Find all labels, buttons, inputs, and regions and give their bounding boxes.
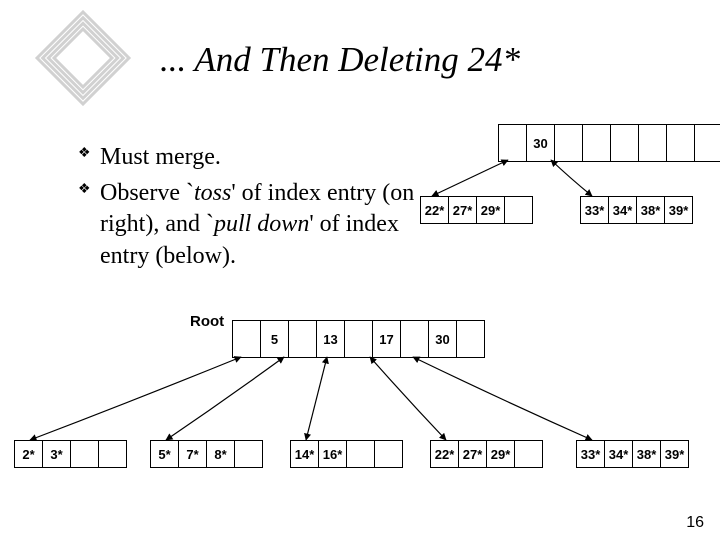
node-ptr bbox=[611, 124, 639, 162]
leaf-cell-empty bbox=[99, 440, 127, 468]
bullet-list: Must merge. Observe `toss' of index entr… bbox=[38, 142, 428, 277]
leaf-cell: 39* bbox=[661, 440, 689, 468]
leaf-cell: 38* bbox=[637, 196, 665, 224]
node-key: 17 bbox=[373, 320, 401, 358]
node-ptr bbox=[457, 320, 485, 358]
bullet-item: Must merge. bbox=[78, 142, 428, 174]
bullet-em: toss bbox=[194, 180, 231, 206]
node-ptr bbox=[498, 124, 527, 162]
leaf-cell: 34* bbox=[609, 196, 637, 224]
leaf-cell-empty bbox=[235, 440, 263, 468]
node-ptr bbox=[232, 320, 261, 358]
root-node: 5 13 17 30 bbox=[232, 320, 485, 358]
leaf-cell: 3* bbox=[43, 440, 71, 468]
leaf-cell: 33* bbox=[576, 440, 605, 468]
leaf-cell: 27* bbox=[459, 440, 487, 468]
leaf-cell: 7* bbox=[179, 440, 207, 468]
leaf-node: 22* 27* 29* bbox=[430, 440, 543, 468]
leaf-cell-empty bbox=[71, 440, 99, 468]
index-node: 30 bbox=[498, 124, 720, 162]
leaf-cell: 5* bbox=[150, 440, 179, 468]
leaf-cell: 39* bbox=[665, 196, 693, 224]
node-key-empty bbox=[695, 124, 720, 162]
node-key: 30 bbox=[527, 124, 555, 162]
leaf-node: 22* 27* 29* bbox=[420, 196, 533, 224]
leaf-node: 2* 3* bbox=[14, 440, 127, 468]
leaf-cell-empty bbox=[375, 440, 403, 468]
leaf-cell: 27* bbox=[449, 196, 477, 224]
leaf-cell: 2* bbox=[14, 440, 43, 468]
bullet-text: Observe ` bbox=[100, 180, 194, 206]
slide-number: 16 bbox=[686, 514, 704, 532]
node-key-empty bbox=[639, 124, 667, 162]
leaf-node: 33* 34* 38* 39* bbox=[576, 440, 689, 468]
leaf-node: 5* 7* 8* bbox=[150, 440, 263, 468]
leaf-node: 33* 34* 38* 39* bbox=[580, 196, 693, 224]
node-key: 13 bbox=[317, 320, 345, 358]
node-ptr bbox=[555, 124, 583, 162]
node-key: 5 bbox=[261, 320, 289, 358]
node-ptr bbox=[345, 320, 373, 358]
leaf-cell: 16* bbox=[319, 440, 347, 468]
node-ptr bbox=[289, 320, 317, 358]
leaf-cell: 34* bbox=[605, 440, 633, 468]
leaf-cell: 22* bbox=[420, 196, 449, 224]
leaf-cell: 29* bbox=[477, 196, 505, 224]
bullet-text: Must merge. bbox=[100, 144, 221, 170]
leaf-cell: 8* bbox=[207, 440, 235, 468]
node-ptr bbox=[667, 124, 695, 162]
node-key: 30 bbox=[429, 320, 457, 358]
node-key-empty bbox=[583, 124, 611, 162]
leaf-cell-empty bbox=[515, 440, 543, 468]
bullet-em: pull down bbox=[214, 211, 309, 237]
bullet-item: Observe `toss' of index entry (on right)… bbox=[78, 178, 428, 273]
slide-title: ... And Then Deleting 24* bbox=[160, 40, 520, 80]
leaf-cell: 38* bbox=[633, 440, 661, 468]
leaf-cell: 33* bbox=[580, 196, 609, 224]
node-ptr bbox=[401, 320, 429, 358]
leaf-cell: 22* bbox=[430, 440, 459, 468]
leaf-node: 14* 16* bbox=[290, 440, 403, 468]
leaf-cell: 29* bbox=[487, 440, 515, 468]
leaf-cell: 14* bbox=[290, 440, 319, 468]
slide: ... And Then Deleting 24* Must merge. Ob… bbox=[0, 0, 720, 540]
diamond-decoration bbox=[20, 10, 146, 106]
root-label: Root bbox=[190, 313, 224, 330]
leaf-cell-empty bbox=[505, 196, 533, 224]
leaf-cell-empty bbox=[347, 440, 375, 468]
